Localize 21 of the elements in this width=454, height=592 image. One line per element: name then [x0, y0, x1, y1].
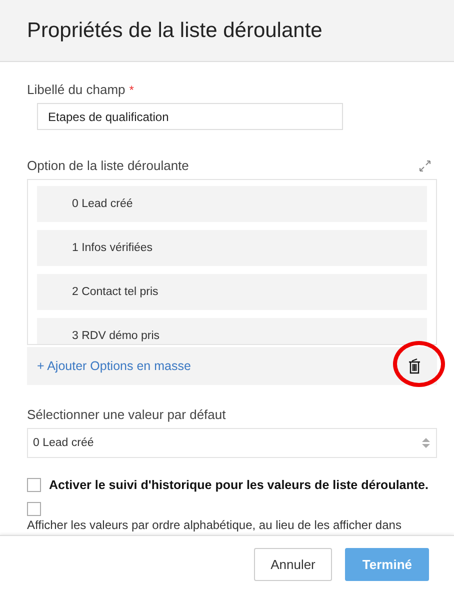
checkbox-label: Afficher les valeurs par ordre alphabétique, au lieu de les afficher dans — [27, 518, 402, 532]
required-mark: * — [129, 83, 134, 97]
add-bulk-link[interactable]: + Ajouter Options en masse — [37, 359, 191, 373]
checkbox-label: Activer le suivi d'historique pour les valeurs de liste déroulante. — [49, 478, 428, 492]
input-field[interactable]: Etapes de qualification — [37, 103, 343, 130]
select-field[interactable]: 0 Lead créé — [27, 428, 437, 458]
trash-icon[interactable] — [408, 358, 421, 374]
option-item[interactable]: 3 RDV démo pris — [37, 318, 427, 344]
option-item[interactable]: 0 Lead créé — [37, 186, 427, 222]
cancel-button[interactable]: Annuler — [254, 548, 332, 580]
option-item[interactable]: 1 Infos vérifiées — [37, 230, 427, 266]
field-label: Sélectionner une valeur par défaut — [27, 407, 227, 422]
section-label: Option de la liste déroulante — [27, 158, 189, 173]
option-item[interactable]: 2 Contact tel pris — [37, 274, 427, 310]
checkbox[interactable] — [27, 478, 41, 492]
expand-icon[interactable] — [419, 160, 431, 172]
checkbox[interactable] — [27, 502, 41, 516]
field-label: Libellé du champ — [27, 82, 126, 97]
dialog-title: Propriétés de la liste déroulante — [27, 18, 322, 42]
highlight-ring — [393, 341, 445, 387]
sort-icon — [422, 437, 430, 449]
